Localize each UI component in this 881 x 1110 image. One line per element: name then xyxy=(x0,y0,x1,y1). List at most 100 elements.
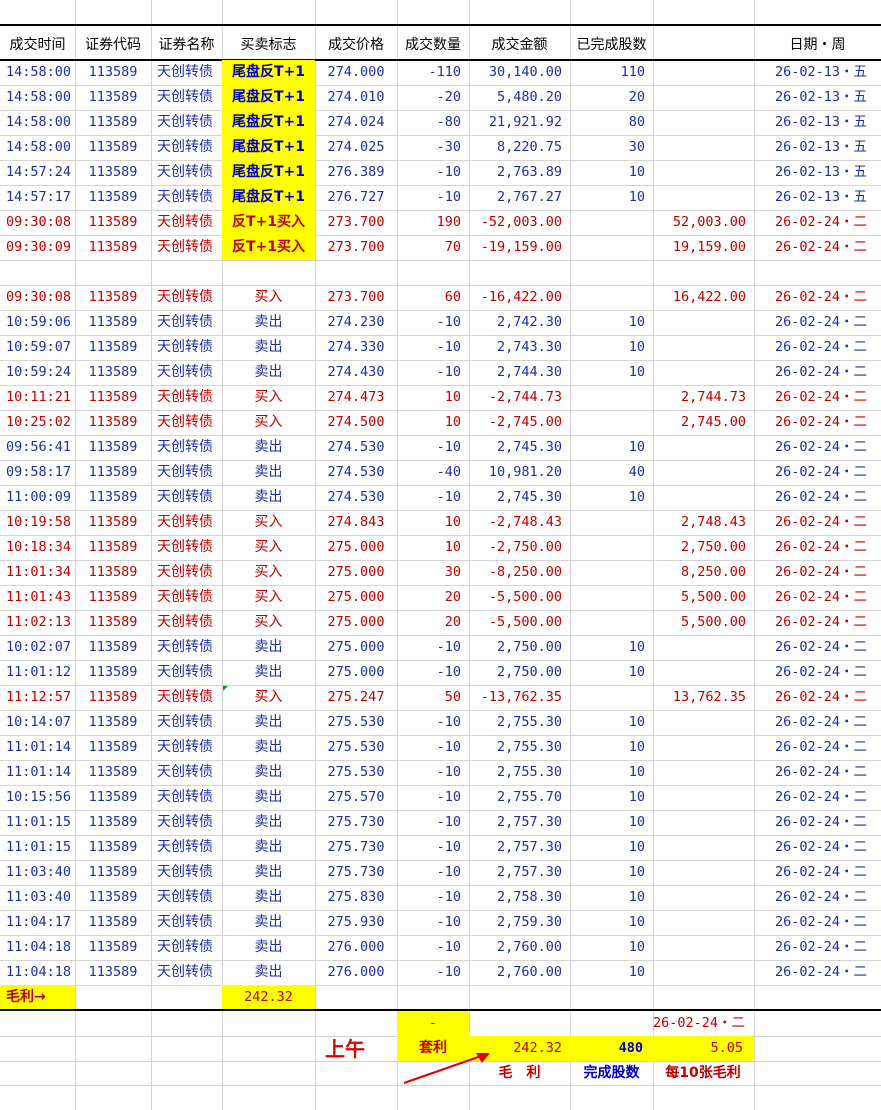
cell-code[interactable]: 113589 xyxy=(75,935,151,960)
cell-qty[interactable]: -10 xyxy=(397,910,469,935)
cell-amount[interactable]: 2,755.70 xyxy=(469,785,570,810)
cell-flag[interactable]: 尾盘反T+1 xyxy=(222,110,315,135)
cell-price[interactable]: 276.000 xyxy=(315,960,397,985)
cell-date[interactable]: 26-02-24・二 xyxy=(754,835,881,860)
cell-buy[interactable] xyxy=(653,910,754,935)
cell-date[interactable]: 26-02-24・二 xyxy=(754,760,881,785)
cell-time[interactable]: 11:12:57 xyxy=(0,685,75,710)
cell-price[interactable]: 274.230 xyxy=(315,310,397,335)
cell-code[interactable]: 113589 xyxy=(75,360,151,385)
cell-flag[interactable]: 买入 xyxy=(222,535,315,560)
cell-flag[interactable]: 买入 xyxy=(222,585,315,610)
cell-flag[interactable]: 卖出 xyxy=(222,735,315,760)
cell-done[interactable] xyxy=(570,410,653,435)
cell-buy[interactable]: 52,003.00 xyxy=(653,210,754,235)
cell-flag[interactable]: 买入 xyxy=(222,410,315,435)
cell-date[interactable]: 26-02-24・二 xyxy=(754,910,881,935)
cell-time[interactable]: 10:59:07 xyxy=(0,335,75,360)
cell-qty[interactable]: -10 xyxy=(397,360,469,385)
cell-code[interactable]: 113589 xyxy=(75,110,151,135)
cell-flag[interactable]: 卖出 xyxy=(222,885,315,910)
cell-price[interactable]: 275.000 xyxy=(315,560,397,585)
cell-done[interactable]: 10 xyxy=(570,310,653,335)
cell-price[interactable]: 274.000 xyxy=(315,60,397,85)
cell-time[interactable]: 11:04:17 xyxy=(0,910,75,935)
cell-name[interactable]: 天创转债 xyxy=(151,835,222,860)
cell-code[interactable]: 113589 xyxy=(75,660,151,685)
cell-qty[interactable]: -80 xyxy=(397,110,469,135)
cell-amount[interactable]: 2,763.89 xyxy=(469,160,570,185)
cell-price[interactable]: 273.700 xyxy=(315,210,397,235)
cell-code[interactable]: 113589 xyxy=(75,535,151,560)
cell-date[interactable]: 26-02-24・二 xyxy=(754,685,881,710)
cell-date[interactable]: 26-02-24・二 xyxy=(754,560,881,585)
cell-flag[interactable]: 买入 xyxy=(222,285,315,310)
cell-price[interactable]: 273.700 xyxy=(315,285,397,310)
cell-price[interactable]: 275.530 xyxy=(315,760,397,785)
cell-done[interactable]: 30 xyxy=(570,135,653,160)
cell-buy[interactable] xyxy=(653,360,754,385)
cell-date[interactable]: 26-02-24・二 xyxy=(754,635,881,660)
cell-price[interactable]: 274.025 xyxy=(315,135,397,160)
cell-flag[interactable]: 尾盘反T+1 xyxy=(222,135,315,160)
cell-time[interactable]: 11:01:34 xyxy=(0,560,75,585)
cell-code[interactable]: 113589 xyxy=(75,810,151,835)
column-header[interactable]: 成交金额 xyxy=(469,31,570,59)
cell-name[interactable]: 天创转债 xyxy=(151,910,222,935)
cell-name[interactable]: 天创转债 xyxy=(151,710,222,735)
cell-code[interactable]: 113589 xyxy=(75,510,151,535)
cell-done[interactable]: 10 xyxy=(570,360,653,385)
cell-date[interactable]: 26-02-24・二 xyxy=(754,410,881,435)
cell-flag[interactable]: 反T+1买入 xyxy=(222,210,315,235)
cell-qty[interactable]: -20 xyxy=(397,85,469,110)
cell-buy[interactable] xyxy=(653,760,754,785)
cell-amount[interactable]: 2,750.00 xyxy=(469,660,570,685)
cell-qty[interactable]: 60 xyxy=(397,285,469,310)
cell-name[interactable]: 天创转债 xyxy=(151,535,222,560)
cell-name[interactable]: 天创转债 xyxy=(151,110,222,135)
cell-amount[interactable]: -2,745.00 xyxy=(469,410,570,435)
cell-amount[interactable]: -52,003.00 xyxy=(469,210,570,235)
cell-qty[interactable]: -10 xyxy=(397,785,469,810)
cell-amount[interactable]: -2,744.73 xyxy=(469,385,570,410)
cell-done[interactable]: 10 xyxy=(570,760,653,785)
cell-name[interactable]: 天创转债 xyxy=(151,410,222,435)
cell-done[interactable]: 10 xyxy=(570,485,653,510)
cell-time[interactable]: 11:01:15 xyxy=(0,810,75,835)
cell-done[interactable] xyxy=(570,610,653,635)
cell-buy[interactable]: 8,250.00 xyxy=(653,560,754,585)
cell-done[interactable]: 10 xyxy=(570,785,653,810)
column-header[interactable]: 成交数量 xyxy=(397,31,469,59)
cell-name[interactable]: 天创转债 xyxy=(151,960,222,985)
column-header[interactable]: 成交时间 xyxy=(0,31,75,59)
cell-buy[interactable] xyxy=(653,160,754,185)
cell-flag[interactable]: 卖出 xyxy=(222,310,315,335)
cell-flag[interactable]: 卖出 xyxy=(222,485,315,510)
cell-buy[interactable] xyxy=(653,785,754,810)
cell-time[interactable]: 10:14:07 xyxy=(0,710,75,735)
cell-flag[interactable]: 卖出 xyxy=(222,360,315,385)
cell-qty[interactable]: -10 xyxy=(397,160,469,185)
cell-qty[interactable]: 20 xyxy=(397,610,469,635)
cell-amount[interactable]: 8,220.75 xyxy=(469,135,570,160)
cell-name[interactable]: 天创转债 xyxy=(151,685,222,710)
cell-flag[interactable]: 尾盘反T+1 xyxy=(222,185,315,210)
cell-amount[interactable]: 2,757.30 xyxy=(469,835,570,860)
cell-amount[interactable]: 2,767.27 xyxy=(469,185,570,210)
cell-buy[interactable] xyxy=(653,885,754,910)
cell-qty[interactable]: -10 xyxy=(397,485,469,510)
cell-amount[interactable]: 2,745.30 xyxy=(469,485,570,510)
cell-name[interactable]: 天创转债 xyxy=(151,760,222,785)
cell-date[interactable]: 26-02-13・五 xyxy=(754,85,881,110)
cell-done[interactable]: 40 xyxy=(570,460,653,485)
cell-time[interactable]: 09:30:09 xyxy=(0,235,75,260)
cell-buy[interactable]: 5,500.00 xyxy=(653,610,754,635)
cell-buy[interactable] xyxy=(653,335,754,360)
cell-date[interactable]: 26-02-24・二 xyxy=(754,960,881,985)
cell-qty[interactable]: 190 xyxy=(397,210,469,235)
cell-done[interactable]: 10 xyxy=(570,835,653,860)
cell-time[interactable]: 11:04:18 xyxy=(0,935,75,960)
cell-buy[interactable] xyxy=(653,860,754,885)
cell-qty[interactable]: -10 xyxy=(397,710,469,735)
cell-date[interactable]: 26-02-24・二 xyxy=(754,660,881,685)
